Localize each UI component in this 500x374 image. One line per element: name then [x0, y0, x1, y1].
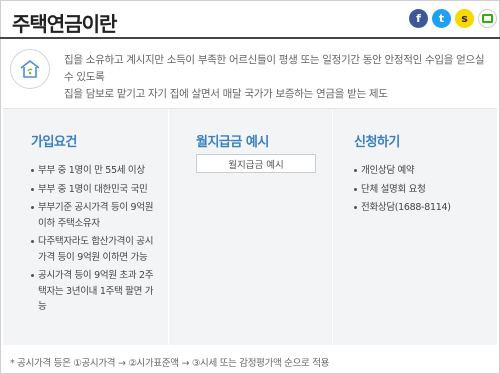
- gnb-icon[interactable]: [478, 9, 497, 28]
- intro-line-1: 집을 소유하고 계시지만 소득이 부족한 어르신들이 평생 또는 일정기간 동안…: [64, 54, 485, 83]
- gnb-icon-shape: [482, 14, 493, 23]
- house-icon: [10, 49, 50, 89]
- page-title: 주택연금이란: [12, 12, 117, 36]
- twitter-icon[interactable]: t: [432, 9, 451, 28]
- intro-description: 집을 소유하고 계시지만 소득이 부족한 어르신들이 평생 또는 일정기간 동안…: [64, 52, 494, 103]
- kakaostory-icon[interactable]: s: [455, 9, 474, 28]
- apply-link-phone[interactable]: 전화상담(1688-8114): [334, 200, 497, 216]
- list-item: 부부기준 공시가격 등이 9억원 이하 주택소유자: [3, 200, 167, 231]
- info-panel: 가입요건 부부 중 1명이 만 55세 이상 부부 중 1명이 대한민국 국민 …: [3, 108, 497, 346]
- apply-title: 신청하기: [354, 135, 400, 150]
- kakao-glyph: s: [461, 12, 468, 25]
- apply-link-seminar[interactable]: 단체 설명회 요청: [334, 182, 497, 198]
- monthly-payment-example-button[interactable]: 월지급금 예시: [196, 154, 316, 173]
- list-item: 부부 중 1명이 만 55세 이상: [3, 163, 167, 179]
- list-item: 공시가격 등이 9억원 초과 2주택자는 3년이내 1주택 팔면 가능: [3, 268, 167, 315]
- monthly-payment-column: 월지급금 예시 월지급금 예시: [168, 109, 333, 346]
- apply-list: 개인상담 예약 단체 설명회 요청 전화상담(1688-8114): [334, 163, 497, 216]
- facebook-icon[interactable]: f: [409, 9, 428, 28]
- list-item: 부부 중 1명이 대한민국 국민: [3, 182, 167, 198]
- eligibility-list: 부부 중 1명이 만 55세 이상 부부 중 1명이 대한민국 국민 부부기준 …: [3, 163, 167, 315]
- intro-section: 집을 소유하고 계시지만 소득이 부족한 어르신들이 평생 또는 일정기간 동안…: [0, 39, 500, 107]
- facebook-glyph: f: [416, 12, 421, 25]
- apply-link-consultation[interactable]: 개인상담 예약: [334, 163, 497, 179]
- share-bar: f t s: [409, 9, 497, 29]
- intro-line-2: 집을 담보로 맡기고 자기 집에 살면서 매달 국가가 보증하는 연금을 받는 …: [64, 88, 388, 100]
- monthly-payment-title: 월지급금 예시: [196, 135, 269, 150]
- footnote: * 공시가격 등은 ①공시가격 → ②시가표준액 → ③시세 또는 감정평가액 …: [10, 358, 330, 369]
- eligibility-column: 가입요건 부부 중 1명이 만 55세 이상 부부 중 1명이 대한민국 국민 …: [3, 109, 167, 346]
- eligibility-title: 가입요건: [31, 135, 77, 150]
- house-icon-shape: [20, 60, 40, 78]
- apply-column: 신청하기 개인상담 예약 단체 설명회 요청 전화상담(1688-8114): [334, 109, 497, 346]
- list-item: 다주택자라도 합산가격이 공시가격 등이 9억원 이하면 가능: [3, 234, 167, 265]
- twitter-glyph: t: [438, 12, 445, 25]
